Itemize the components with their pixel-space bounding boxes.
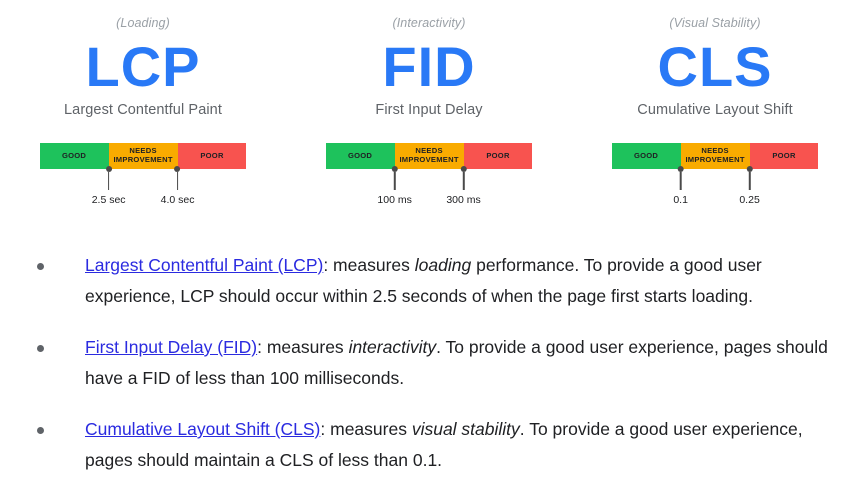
metric-panel-fid: (Interactivity) FID First Input Delay GO… — [286, 16, 572, 214]
bullet-emphasis: interactivity — [348, 337, 437, 357]
segment-poor: POOR — [177, 143, 247, 169]
bullet-emphasis: visual stability — [411, 419, 520, 439]
tick-stem-icon — [462, 172, 465, 190]
bullet-text-pre: : measures — [323, 255, 415, 275]
threshold-value: 0.1 — [673, 194, 688, 206]
threshold-bar: GOOD NEEDS IMPROVEMENT POOR — [39, 143, 247, 169]
threshold-tick-2: 0.25 — [739, 166, 760, 206]
threshold-tick-1: 0.1 — [673, 166, 688, 206]
segment-poor: POOR — [463, 143, 533, 169]
link-cls[interactable]: Cumulative Layout Shift (CLS) — [85, 419, 320, 439]
threshold-value: 4.0 sec — [160, 194, 195, 206]
metric-acronym: LCP — [85, 35, 201, 98]
metric-category-label: (Visual Stability) — [669, 16, 761, 30]
segment-good: GOOD — [39, 143, 109, 169]
bullet-dot-icon — [37, 345, 44, 352]
metric-acronym: FID — [382, 35, 476, 98]
threshold-value: 0.25 — [739, 194, 760, 206]
threshold-bar-lcp: GOOD NEEDS IMPROVEMENT POOR 2.5 sec 4.0 … — [39, 143, 247, 214]
threshold-value: 300 ms — [446, 194, 481, 206]
link-lcp[interactable]: Largest Contentful Paint (LCP) — [85, 255, 323, 275]
metric-descriptions: Largest Contentful Paint (LCP): measures… — [0, 250, 858, 476]
threshold-tick-2: 300 ms — [446, 166, 481, 206]
list-item: First Input Delay (FID): measures intera… — [0, 332, 840, 394]
tick-stem-icon — [176, 172, 179, 190]
tick-stem-icon — [393, 172, 396, 190]
bullet-text-pre: : measures — [257, 337, 349, 357]
core-web-vitals-panels: (Loading) LCP Largest Contentful Paint G… — [0, 0, 858, 214]
bullet-text-pre: : measures — [320, 419, 412, 439]
segment-needs-improvement: NEEDS IMPROVEMENT — [394, 143, 464, 169]
metric-panel-lcp: (Loading) LCP Largest Contentful Paint G… — [0, 16, 286, 214]
tick-stem-icon — [748, 172, 751, 190]
segment-needs-improvement: NEEDS IMPROVEMENT — [108, 143, 178, 169]
threshold-ticks: 2.5 sec 4.0 sec — [40, 166, 247, 214]
bullet-dot-icon — [37, 427, 44, 434]
metric-acronym: CLS — [657, 35, 773, 98]
segment-needs-improvement: NEEDS IMPROVEMENT — [680, 143, 750, 169]
threshold-bar-fid: GOOD NEEDS IMPROVEMENT POOR 100 ms 300 m… — [325, 143, 533, 214]
threshold-ticks: 0.1 0.25 — [612, 166, 819, 214]
link-fid[interactable]: First Input Delay (FID) — [85, 337, 257, 357]
threshold-tick-1: 2.5 sec — [91, 166, 126, 206]
metric-full-name: First Input Delay — [375, 102, 483, 118]
threshold-bar-cls: GOOD NEEDS IMPROVEMENT POOR 0.1 0.25 — [611, 143, 819, 214]
threshold-tick-2: 4.0 sec — [160, 166, 195, 206]
metric-category-label: (Loading) — [116, 16, 170, 30]
bullet-list: Largest Contentful Paint (LCP): measures… — [0, 250, 840, 476]
list-item: Largest Contentful Paint (LCP): measures… — [0, 250, 840, 312]
tick-stem-icon — [107, 172, 110, 190]
list-item: Cumulative Layout Shift (CLS): measures … — [0, 414, 840, 476]
metric-panel-cls: (Visual Stability) CLS Cumulative Layout… — [572, 16, 858, 214]
tick-stem-icon — [679, 172, 682, 190]
bullet-emphasis: loading — [414, 255, 472, 275]
threshold-tick-1: 100 ms — [377, 166, 412, 206]
metric-full-name: Largest Contentful Paint — [64, 102, 222, 118]
segment-poor: POOR — [749, 143, 819, 169]
metric-category-label: (Interactivity) — [392, 16, 466, 30]
threshold-value: 2.5 sec — [91, 194, 126, 206]
threshold-bar: GOOD NEEDS IMPROVEMENT POOR — [325, 143, 533, 169]
segment-good: GOOD — [611, 143, 681, 169]
threshold-ticks: 100 ms 300 ms — [326, 166, 533, 214]
threshold-bar: GOOD NEEDS IMPROVEMENT POOR — [611, 143, 819, 169]
bullet-dot-icon — [37, 263, 44, 270]
threshold-value: 100 ms — [377, 194, 412, 206]
segment-good: GOOD — [325, 143, 395, 169]
metric-full-name: Cumulative Layout Shift — [637, 102, 793, 118]
